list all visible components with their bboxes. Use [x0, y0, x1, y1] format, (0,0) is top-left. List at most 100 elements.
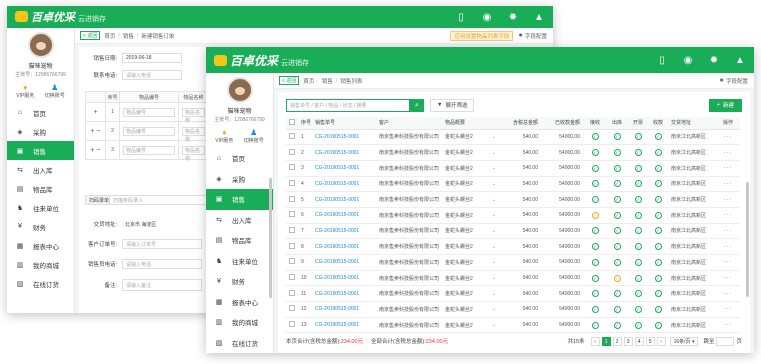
table-row[interactable]: 13 CG-20190515-0001 南京售卖科技股份有限公司 金蛇头螺丝2 ⌄ 540… [286, 317, 740, 334]
phone-icon[interactable]: ▯ [656, 55, 668, 66]
row-ops[interactable]: + − [85, 121, 106, 141]
phone-icon[interactable]: ▯ [455, 12, 467, 23]
order-link[interactable]: CG-20190515-0001 [312, 176, 376, 193]
search-icon[interactable]: ⌕ [410, 98, 424, 112]
avatar[interactable] [27, 32, 54, 58]
sidebar-item-partner[interactable]: ♞ 往来单位 [206, 251, 273, 272]
row-ops[interactable]: + − [85, 140, 106, 160]
row-checkbox[interactable] [289, 242, 295, 249]
page-3[interactable]: 3 [623, 336, 633, 346]
new-button[interactable]: + 新建 [708, 98, 742, 112]
crumb-home[interactable]: 首页 [104, 32, 115, 40]
row-checkbox[interactable] [289, 226, 295, 233]
brand-logo[interactable]: 百卓优采 云进销存 [15, 9, 106, 25]
address-field[interactable]: 北京市 海淀区 [122, 219, 202, 229]
search-input[interactable]: 销售单号 / 客户 / 物品 / 状态 / 摘要 [286, 98, 410, 112]
page-5[interactable]: 5 [645, 336, 655, 346]
back-button[interactable]: < 返回 [279, 76, 300, 85]
sidebar-item-report[interactable]: ▦ 报表中心 [206, 292, 273, 313]
warning-notice[interactable]: 应用设置物品列表字段 [450, 30, 514, 41]
table-row[interactable]: 8 CG-20190515-0001 南京售卖科技股份有限公司 金蛇头螺丝2 ⌄ 540.… [286, 238, 740, 255]
order-link[interactable]: CG-20190515-0001 [312, 301, 376, 318]
table-row[interactable]: 2 CG-20190515-0001 南京售卖科技股份有限公司 金蛇头螺丝2 ⌄ 540.… [286, 144, 740, 161]
table-row[interactable]: 1 CG-20190515-0001 南京售卖科技股份有限公司 金蛇头螺丝2 ⌄ 540.… [286, 129, 740, 146]
row-checkbox[interactable] [289, 321, 295, 328]
row-checkbox[interactable] [289, 195, 295, 202]
row-checkbox[interactable] [289, 179, 295, 186]
more-icon[interactable]: ··· [716, 223, 740, 240]
crumb-sales[interactable]: 销售 [123, 32, 134, 40]
sidebar-item-finance[interactable]: ¥ 财务 [206, 271, 273, 292]
table-row[interactable]: 10 CG-20190515-0001 南京售卖科技股份有限公司 金蛇头螺丝2 ⌄ 540… [286, 270, 740, 287]
sidebar-item-sales[interactable]: ▣ 销售 [7, 141, 74, 160]
row-ops[interactable]: + [85, 102, 106, 122]
more-icon[interactable]: ··· [716, 207, 740, 224]
order-link[interactable]: CG-20190515-0001 [312, 285, 376, 303]
sidebar-item-inout[interactable]: ⇆ 出入库 [7, 160, 74, 179]
item-code-input[interactable]: 物品编号 [123, 145, 175, 155]
gear-icon[interactable]: ✹ [507, 12, 519, 23]
support-icon[interactable]: ◉ [682, 55, 694, 66]
item-code-input[interactable]: 物品编号 [123, 126, 175, 136]
prev-page-button[interactable]: ‹ [590, 336, 600, 346]
support-icon[interactable]: ◉ [481, 12, 493, 23]
table-row[interactable]: 9 CG-20190515-0001 南京售卖科技股份有限公司 金蛇头螺丝2 ⌄ 540.… [286, 254, 740, 271]
vip-service-button[interactable]: ♦ VIP服务 [16, 83, 34, 99]
page-1[interactable]: 1 [601, 336, 611, 346]
back-button[interactable]: < 返回 [80, 31, 101, 40]
order-link[interactable]: CG-20190515-0001 [312, 129, 376, 146]
date-field[interactable]: 2019-06-18 [122, 53, 182, 63]
order-link[interactable]: CG-20190515-0001 [312, 191, 376, 208]
sidebar-item-report[interactable]: ▦ 报表中心 [7, 236, 74, 255]
chevron-down-icon[interactable]: ⌄ [488, 285, 500, 303]
order-link[interactable]: CG-20190515-0001 [312, 254, 376, 271]
table-row[interactable]: 11 CG-20190515-0001 南京售卖科技股份有限公司 金蛇头螺丝2 ⌄ 540… [286, 285, 740, 303]
chevron-down-icon[interactable]: ⌄ [488, 254, 500, 271]
crumb-sales[interactable]: 销售 [322, 77, 333, 85]
remark-input[interactable]: 请输入备注 [122, 279, 202, 291]
bell-icon[interactable]: ▲ [734, 55, 746, 66]
chevron-down-icon[interactable]: ⌄ [488, 238, 500, 255]
more-icon[interactable]: ··· [716, 285, 740, 303]
goto-page-input[interactable] [716, 336, 735, 346]
more-icon[interactable]: ··· [716, 129, 740, 146]
row-checkbox[interactable] [289, 148, 295, 155]
item-name-input[interactable]: 物品名称 [182, 126, 205, 143]
chevron-down-icon[interactable]: ⌄ [488, 160, 500, 177]
switch-account-button[interactable]: ♟ 切换账号 [45, 83, 65, 99]
sidebar-item-shop[interactable]: ▥ 我的商城 [7, 255, 74, 274]
more-icon[interactable]: ··· [716, 176, 740, 193]
scan-input[interactable]: 扫描条码录入 [110, 195, 210, 205]
sidebar-item-partner[interactable]: ♞ 往来单位 [7, 198, 74, 217]
field-config-button[interactable]: 字段配置 [726, 77, 748, 85]
order-link[interactable]: CG-20190515-0001 [312, 207, 376, 224]
next-page-button[interactable]: › [656, 336, 666, 346]
sidebar-item-goods[interactable]: ▤ 物品库 [7, 179, 74, 198]
sidebar-item-order[interactable]: ▧ 在线订货 [206, 333, 273, 354]
table-scrollbar[interactable] [746, 92, 750, 353]
crumb-home[interactable]: 首页 [303, 77, 314, 85]
more-icon[interactable]: ··· [716, 270, 740, 287]
sidebar-item-goods[interactable]: ▤ 物品库 [206, 230, 273, 251]
item-code-input[interactable]: 物品编号 [123, 107, 175, 117]
sidebar-item-sales[interactable]: ▣ 销售 [206, 189, 273, 210]
table-row[interactable]: 12 CG-20190515-0001 南京售卖科技股份有限公司 金蛇头螺丝2 ⌄ 540… [286, 301, 740, 318]
sidebar-item-home[interactable]: ⌂ 首页 [206, 148, 273, 169]
filter-button[interactable]: ▼ 展开筛选 [430, 98, 475, 112]
chevron-down-icon[interactable]: ⌄ [488, 129, 500, 146]
row-checkbox[interactable] [289, 258, 295, 265]
vip-service-button[interactable]: ♦ VIP服务 [215, 128, 233, 144]
order-link[interactable]: CG-20190515-0001 [312, 160, 376, 177]
select-all-checkbox[interactable] [289, 118, 295, 125]
sidebar-item-purchase[interactable]: ◈ 采购 [206, 169, 273, 190]
row-checkbox[interactable] [289, 274, 295, 281]
chevron-down-icon[interactable]: ⌄ [488, 191, 500, 208]
chevron-down-icon[interactable]: ⌄ [488, 144, 500, 161]
avatar[interactable] [226, 77, 253, 103]
more-icon[interactable]: ··· [716, 144, 740, 161]
chevron-down-icon[interactable]: ⌄ [488, 176, 500, 193]
switch-account-button[interactable]: ♟ 切换账号 [244, 128, 264, 144]
order-link[interactable]: CG-20190515-0001 [312, 238, 376, 255]
sidebar-scrollbar[interactable] [269, 73, 273, 353]
row-checkbox[interactable] [289, 211, 295, 218]
